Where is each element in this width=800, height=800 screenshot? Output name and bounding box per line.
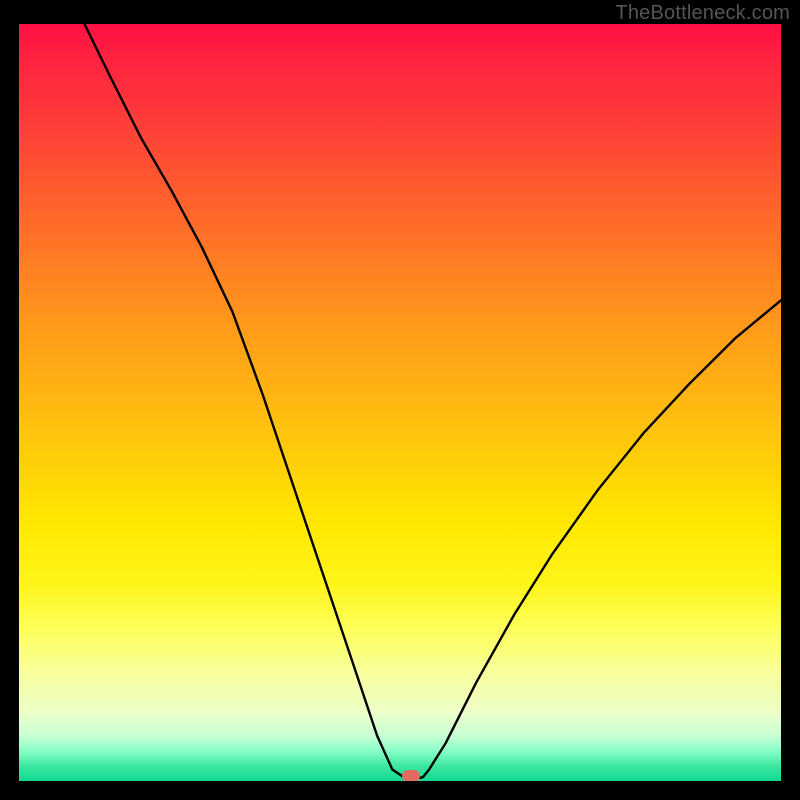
bottleneck-curve [19, 24, 781, 781]
plot-area [19, 24, 781, 781]
chart-frame: TheBottleneck.com [0, 0, 800, 800]
watermark-text: TheBottleneck.com [615, 2, 790, 25]
current-point-marker [402, 770, 420, 781]
